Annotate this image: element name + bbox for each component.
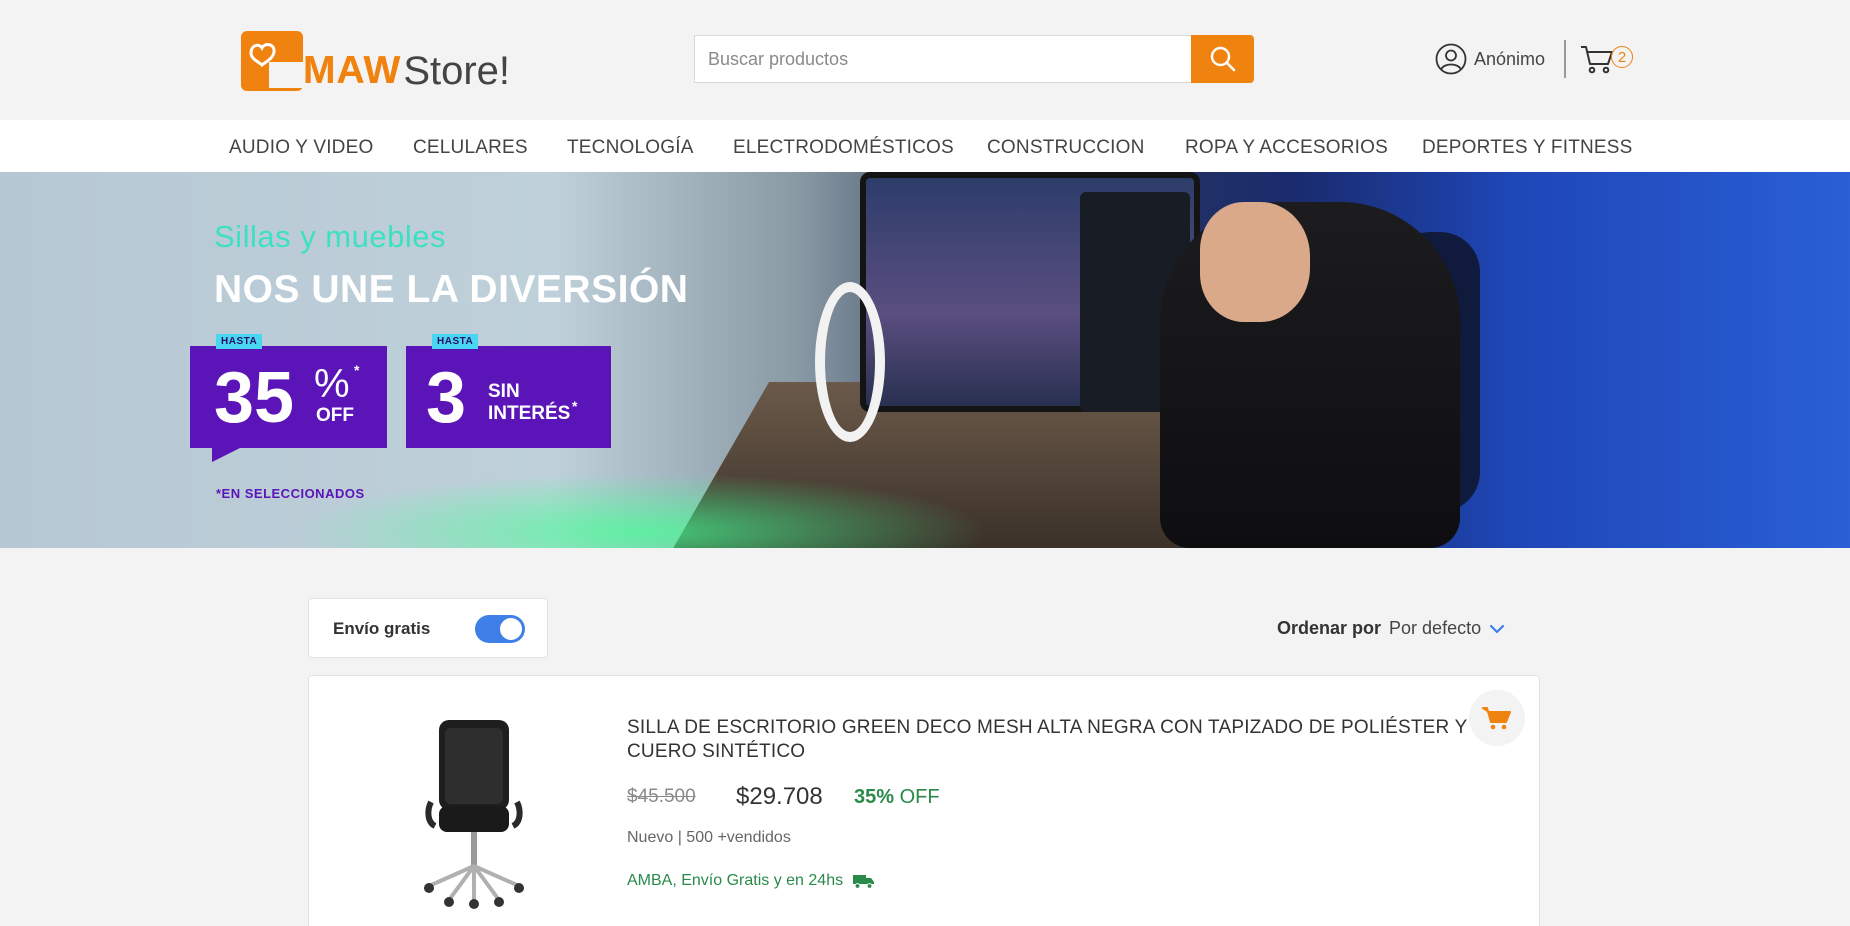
logo-store-text: Store!: [403, 49, 511, 93]
promo-installments-tag: HASTA: [432, 334, 479, 349]
user-circle-icon: [1435, 43, 1467, 75]
product-old-price: $45.500: [627, 786, 696, 807]
header: MAW Store! Anónimo 2: [0, 0, 1850, 120]
banner-face-image: [1200, 202, 1310, 322]
nav-item-audio-video[interactable]: AUDIO Y VIDEO: [229, 137, 373, 159]
product-discount-value: 35%: [854, 786, 895, 808]
product-title[interactable]: SILLA DE ESCRITORIO GREEN DECO MESH ALTA…: [627, 716, 1487, 764]
product-card[interactable]: SILLA DE ESCRITORIO GREEN DECO MESH ALTA…: [308, 675, 1540, 926]
product-shipping-text: AMBA, Envío Gratis y en 24hs: [627, 872, 844, 889]
add-to-cart-button[interactable]: [1469, 690, 1525, 746]
product-discount-suffix: OFF: [899, 786, 940, 808]
product-condition: Nuevo | 500 +vendidos: [627, 829, 791, 846]
banner-footnote: *EN SELECCIONADOS: [216, 486, 365, 501]
user-account[interactable]: Anónimo: [1435, 42, 1545, 76]
cart-add-icon: [1482, 707, 1511, 730]
product-shipping: AMBA, Envío Gratis y en 24hs: [627, 872, 875, 890]
promo-installments-badge: HASTA 3 SIN INTERÉS *: [406, 334, 611, 448]
cart-button[interactable]: 2: [1580, 44, 1633, 74]
promo-banner[interactable]: Sillas y muebles NOS UNE LA DIVERSIÓN HA…: [0, 172, 1850, 548]
search-icon: [1210, 46, 1235, 72]
promo-discount-tag: HASTA: [216, 334, 263, 349]
free-shipping-label: Envío gratis: [333, 619, 431, 638]
banner-title: NOS UNE LA DIVERSIÓN: [214, 268, 689, 311]
header-divider: [1564, 40, 1566, 78]
promo-discount-badge: HASTA 35 % * OFF: [190, 334, 387, 462]
promo-percent-symbol: %: [314, 362, 350, 406]
search-input[interactable]: [694, 35, 1191, 83]
nav-item-celulares[interactable]: CELULARES: [413, 137, 528, 159]
promo-installments-line2: INTERÉS: [488, 403, 571, 424]
user-name: Anónimo: [1474, 48, 1546, 69]
chevron-down-icon[interactable]: [1489, 624, 1505, 634]
truck-icon: [853, 875, 875, 889]
nav-item-ropa-accesorios[interactable]: ROPA Y ACCESORIOS: [1185, 137, 1388, 159]
promo-installments-number: 3: [426, 358, 467, 438]
store-logo[interactable]: MAW Store!: [241, 29, 510, 91]
search-button[interactable]: [1191, 35, 1254, 83]
logo-brand-text: MAW: [269, 51, 401, 91]
category-nav: AUDIO Y VIDEO CELULARES TECNOLOGÍA ELECT…: [0, 120, 1850, 172]
search-bar: [694, 35, 1254, 83]
promo-installments-line1: SIN: [488, 381, 520, 402]
nav-item-tecnologia[interactable]: TECNOLOGÍA: [567, 137, 694, 159]
promo-discount-number: 35: [214, 358, 295, 438]
toggle-knob: [500, 618, 522, 640]
nav-item-electrodomesticos[interactable]: ELECTRODOMÉSTICOS: [733, 137, 954, 159]
banner-ring-light-image: [815, 282, 885, 442]
product-image[interactable]: [409, 710, 539, 910]
promo-installments-asterisk: *: [572, 398, 578, 414]
product-price: $29.708: [736, 783, 823, 810]
nav-item-deportes-fitness[interactable]: DEPORTES Y FITNESS: [1422, 137, 1633, 159]
banner-subtitle: Sillas y muebles: [214, 219, 446, 254]
promo-discount-asterisk: *: [354, 362, 360, 378]
cart-count-badge: 2: [1611, 46, 1633, 68]
sort-dropdown[interactable]: Por defecto: [1389, 618, 1481, 639]
product-discount: 35% OFF: [854, 786, 940, 809]
banner-glow: [290, 472, 990, 548]
promo-discount-off: OFF: [316, 405, 354, 426]
nav-item-construccion[interactable]: CONSTRUCCION: [987, 137, 1145, 159]
sort-label: Ordenar por: [1277, 618, 1382, 638]
free-shipping-filter: Envío gratis: [308, 598, 548, 658]
cart-icon: [1581, 46, 1613, 74]
free-shipping-toggle[interactable]: [475, 615, 525, 643]
sort-control: Ordenar por Por defecto: [1277, 618, 1505, 639]
